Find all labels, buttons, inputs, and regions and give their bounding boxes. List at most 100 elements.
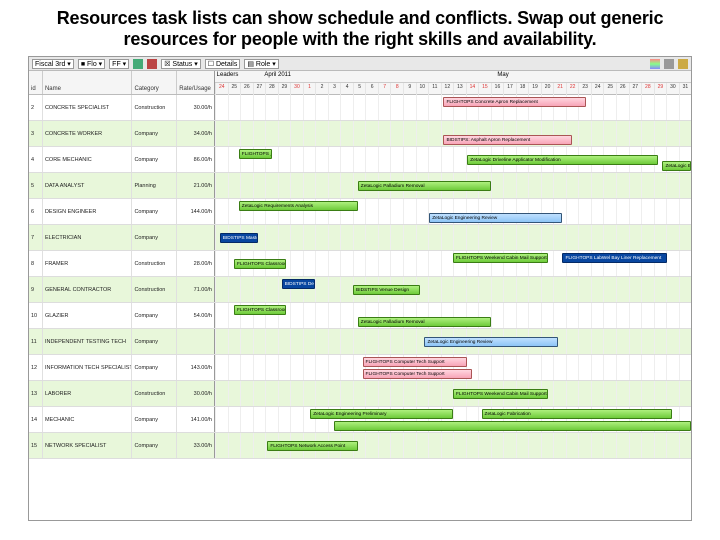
task-bar[interactable]: BIDSTIPS Venue Design (353, 285, 420, 295)
resource-row[interactable]: 4CORE MECHANICCompany86.00/hFLIGHTOPS __… (29, 147, 691, 173)
task-bar[interactable]: FLIGHTOPS Weekend Cabin Mail Supports (453, 389, 548, 399)
resource-row[interactable]: 2CONCRETE SPECIALISTConstruction30.00/hF… (29, 95, 691, 121)
cell-rate: 30.00/h (177, 95, 214, 120)
cell-category: Company (132, 407, 177, 432)
tool-icon[interactable] (147, 59, 157, 69)
resource-row[interactable]: 12INFORMATION TECH SPECIALISTCompany143.… (29, 355, 691, 381)
task-bar[interactable]: ZetaLogic Palladium Removal (358, 181, 491, 191)
cell-name: LABORER (43, 381, 132, 406)
task-bar[interactable]: BIDSTIPS Master Review (220, 233, 258, 243)
day-header: 2425262728293012345678910111213141516171… (215, 83, 691, 95)
task-bar[interactable]: FLIGHTOPS Network Access Point (267, 441, 357, 451)
resource-row[interactable]: 6DESIGN ENGINEERCompany144.00/hZetaLogic… (29, 199, 691, 225)
cell-idc: 9 (29, 277, 43, 302)
cell-category: Company (132, 303, 177, 328)
task-bar[interactable]: BIDSTIPS Design (282, 279, 315, 289)
cell-rate: 54.00/h (177, 303, 214, 328)
task-bar[interactable]: ZetaLogic Engineering Review (424, 337, 557, 347)
resource-row[interactable]: 14MECHANICCompany141.00/hZetaLogic Engin… (29, 407, 691, 433)
resource-rows: 2CONCRETE SPECIALIST Construction 30.00/h F… (29, 95, 691, 459)
role-dropdown[interactable]: ▤ Role ▾ (244, 59, 278, 69)
view-icon[interactable] (650, 59, 660, 69)
task-bar[interactable]: FLIGHTOPS _______ (239, 149, 272, 159)
tool-icon[interactable] (678, 59, 688, 69)
task-bar[interactable]: FLIGHTOPS Classroom Addition 341 (234, 259, 286, 269)
day-label: 27 (629, 83, 642, 95)
task-bar[interactable]: FLIGHTOPS Computer Tech Support (363, 357, 468, 367)
cell-name: NETWORK SPECIALIST (43, 433, 132, 458)
resource-row[interactable]: 9GENERAL CONTRACTORConstruction71.00/hBI… (29, 277, 691, 303)
task-bar[interactable] (334, 421, 691, 431)
col-category[interactable]: Category (132, 71, 177, 94)
task-bar[interactable]: BIDSTIPS: Asphalt Apron Replacement (443, 135, 572, 145)
cell-name: CONCRETE SPECIALIST (43, 95, 132, 120)
task-bar[interactable]: ZetaLogic End Analysis (662, 161, 691, 171)
cell-idc: 14 (29, 407, 43, 432)
col-id[interactable]: id (29, 71, 43, 94)
day-label: 19 (528, 83, 541, 95)
cell-rate (177, 329, 214, 354)
day-label: 25 (228, 83, 241, 95)
col-name[interactable]: Name (43, 71, 132, 94)
task-bar[interactable]: FLIGHTOPS Concrete Apron Replacement (443, 97, 586, 107)
cell-category: Construction (132, 277, 177, 302)
day-label: 17 (503, 83, 516, 95)
status-dropdown[interactable]: ☒ Status ▾ (161, 59, 201, 69)
cell-idc: 2 (29, 95, 43, 120)
gantt-lane: FLIGHTOPS Classroom Addition 341 FLIGHTOP… (215, 251, 691, 276)
cell-idc: 13 (29, 381, 43, 406)
cell-name: CONCRETE WORKER (43, 121, 132, 146)
day-label: 24 (591, 83, 604, 95)
resource-row[interactable]: 11INDEPENDENT TESTING TECHCompanyZetaLog… (29, 329, 691, 355)
tool-icon[interactable] (133, 59, 143, 69)
cell-name: GLAZIER (43, 303, 132, 328)
task-bar[interactable]: FLIGHTOPS Classroom Addition 341 (234, 305, 286, 315)
gantt-lane: FLIGHTOPS _______ ZetaLogic Driveline App… (215, 147, 691, 172)
resource-row[interactable]: 3CONCRETE WORKERCompany34.00/hBIDSTIPS: … (29, 121, 691, 147)
day-label: 30 (666, 83, 679, 95)
task-bar[interactable]: ZetaLogic Palladium Removal (358, 317, 491, 327)
resource-row[interactable]: 10GLAZIERCompany54.00/hFLIGHTOPS Classro… (29, 303, 691, 329)
resource-row[interactable]: 13LABORERConstruction30.00/hFLIGHTOPS We… (29, 381, 691, 407)
day-label: 24 (215, 83, 228, 95)
task-bar[interactable]: ZetaLogic Engineering Preliminary (310, 409, 453, 419)
task-bar[interactable]: ZetaLogic Requirements Analysis (239, 201, 358, 211)
cell-rate: 21.00/h (177, 173, 214, 198)
fiscal-dropdown[interactable]: Fiscal 3rd ▾ (32, 59, 74, 69)
cell-name: INFORMATION TECH SPECIALIST (43, 355, 132, 380)
gantt-lane: FLIGHTOPS Computer Tech Support FLIGHTOPS… (215, 355, 691, 380)
tool-icon[interactable] (664, 59, 674, 69)
day-label: 11 (428, 83, 441, 95)
resource-row[interactable]: 5DATA ANALYSTPlanning21.00/hZetaLogic Pa… (29, 173, 691, 199)
gantt-lane: ZetaLogic Requirements Analysis ZetaLogic… (215, 199, 691, 224)
day-label: 10 (416, 83, 429, 95)
day-label: 28 (265, 83, 278, 95)
day-label: 26 (240, 83, 253, 95)
cell-name: ELECTRICIAN (43, 225, 132, 250)
resource-row[interactable]: 15NETWORK SPECIALISTCompany33.00/hFLIGHT… (29, 433, 691, 459)
resource-row[interactable]: 8FRAMERConstruction28.00/hFLIGHTOPS Clas… (29, 251, 691, 277)
cell-name: INDEPENDENT TESTING TECH (43, 329, 132, 354)
task-bar[interactable]: ZetaLogic Fabrication (482, 409, 672, 419)
task-bar[interactable]: ZetaLogic Driveline Applicator Modificat… (467, 155, 657, 165)
gantt-lane: FLIGHTOPS Classroom Addition 341 ZetaLogi… (215, 303, 691, 328)
toolbar: Fiscal 3rd ▾ ■ Flo ▾ FF ▾ ☒ Status ▾ ☐ D… (29, 57, 691, 71)
task-bar[interactable]: FLIGHTOPS Computer Tech Support (363, 369, 472, 379)
resource-row[interactable]: 7ELECTRICIANCompanyBIDSTIPS Master Revie… (29, 225, 691, 251)
ff-dropdown[interactable]: FF ▾ (109, 59, 129, 69)
cell-category: Company (132, 355, 177, 380)
task-bar[interactable]: ZetaLogic Engineering Review (429, 213, 562, 223)
col-rate[interactable]: Rate/Usage (177, 71, 214, 94)
cell-category: Company (132, 147, 177, 172)
gantt-lane: FLIGHTOPS Concrete Apron Replacement (215, 95, 691, 120)
cell-idc: 6 (29, 199, 43, 224)
cell-category: Company (132, 225, 177, 250)
day-label: 26 (616, 83, 629, 95)
month-label: May (315, 71, 691, 82)
cell-idc: 8 (29, 251, 43, 276)
task-bar[interactable]: FLIGHTOPS Weekend Cabin Mail Supports (453, 253, 548, 263)
flo-dropdown[interactable]: ■ Flo ▾ (78, 59, 105, 69)
cell-idc: 3 (29, 121, 43, 146)
task-bar[interactable]: FLIGHTOPS LabWel Bay Liner Replacement (562, 253, 667, 263)
details-toggle[interactable]: ☐ Details (205, 59, 241, 69)
